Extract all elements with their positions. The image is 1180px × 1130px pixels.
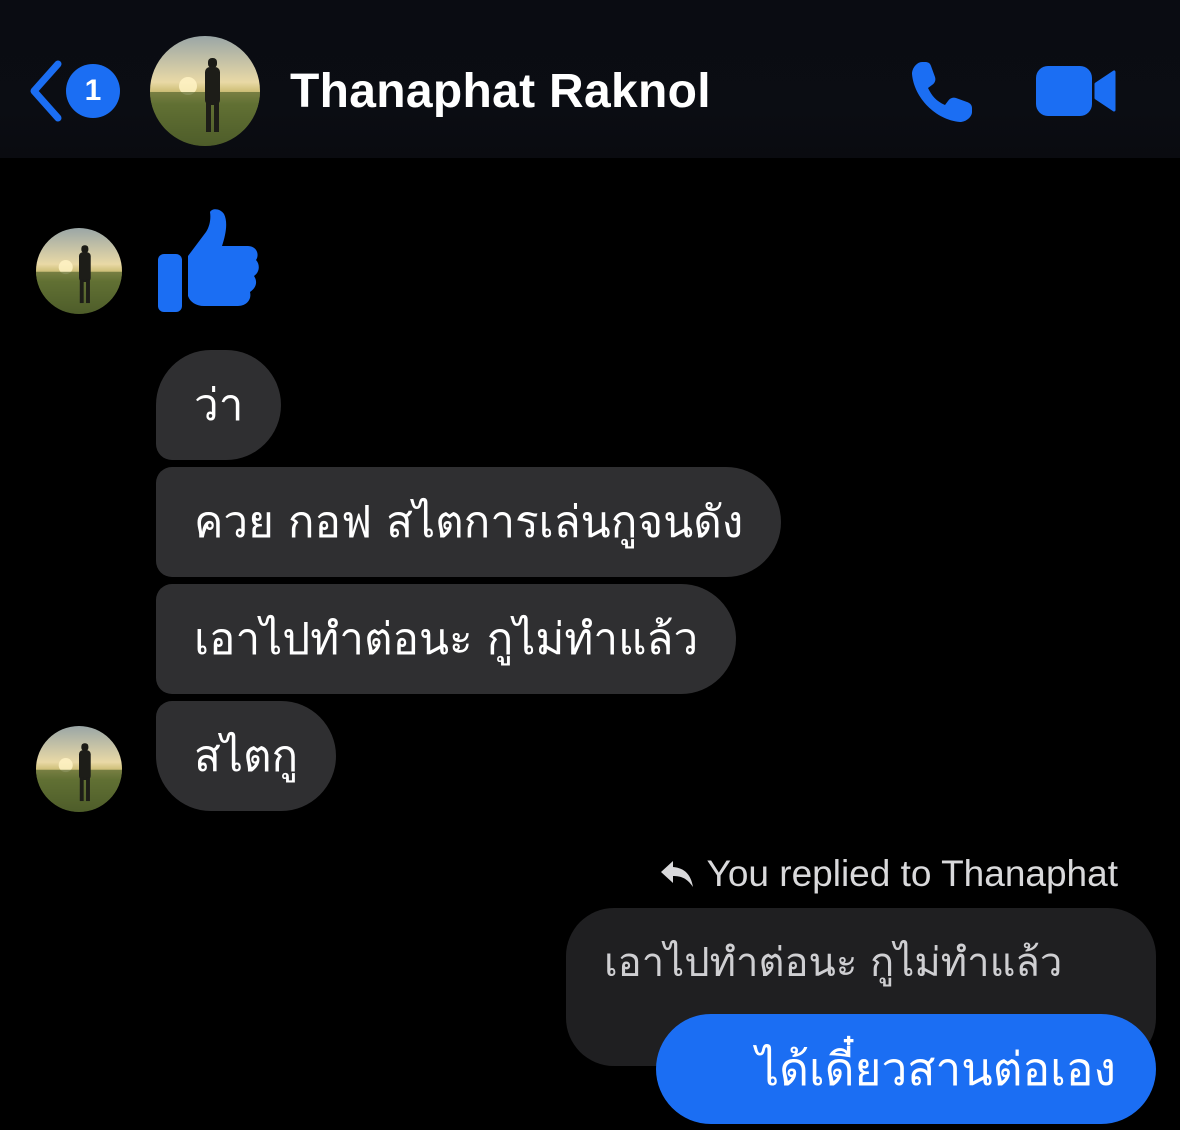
received-message[interactable]: เอาไปทำต่อนะ กูไม่ทำแล้ว — [156, 584, 737, 694]
conversation-header: 1 Thanaphat Raknol — [0, 0, 1180, 158]
chat-screen: 1 Thanaphat Raknol ว่า ควย กอฟ สไตการเล่… — [0, 0, 1180, 1130]
avatar-image — [150, 36, 260, 146]
reply-label-text: You replied to Thanaphat — [706, 853, 1118, 894]
chevron-left-icon — [30, 60, 62, 122]
sender-avatar[interactable] — [36, 726, 122, 812]
video-call-button[interactable] — [1034, 64, 1118, 118]
sender-avatar[interactable] — [36, 228, 122, 314]
contact-avatar[interactable] — [150, 36, 260, 146]
like-message[interactable] — [156, 206, 266, 316]
reply-indicator: You replied to Thanaphat — [659, 852, 1118, 896]
avatar-image — [36, 726, 122, 812]
sent-message[interactable]: ได้เดี๋ยวสานต่อเอง — [656, 1014, 1156, 1124]
received-message[interactable]: สไตกู — [156, 701, 337, 811]
contact-name[interactable]: Thanaphat Raknol — [290, 60, 711, 124]
received-message[interactable]: ว่า — [156, 350, 282, 460]
phone-icon — [912, 62, 972, 122]
thumbs-up-icon — [158, 209, 259, 312]
reply-arrow-icon — [660, 861, 693, 887]
voice-call-button[interactable] — [908, 58, 978, 126]
video-camera-icon — [1036, 66, 1116, 116]
back-button[interactable]: 1 — [26, 58, 126, 124]
avatar-image — [36, 228, 122, 314]
received-message[interactable]: ควย กอฟ สไตการเล่นกูจนดัง — [156, 467, 782, 577]
unread-count-badge: 1 — [66, 64, 120, 118]
